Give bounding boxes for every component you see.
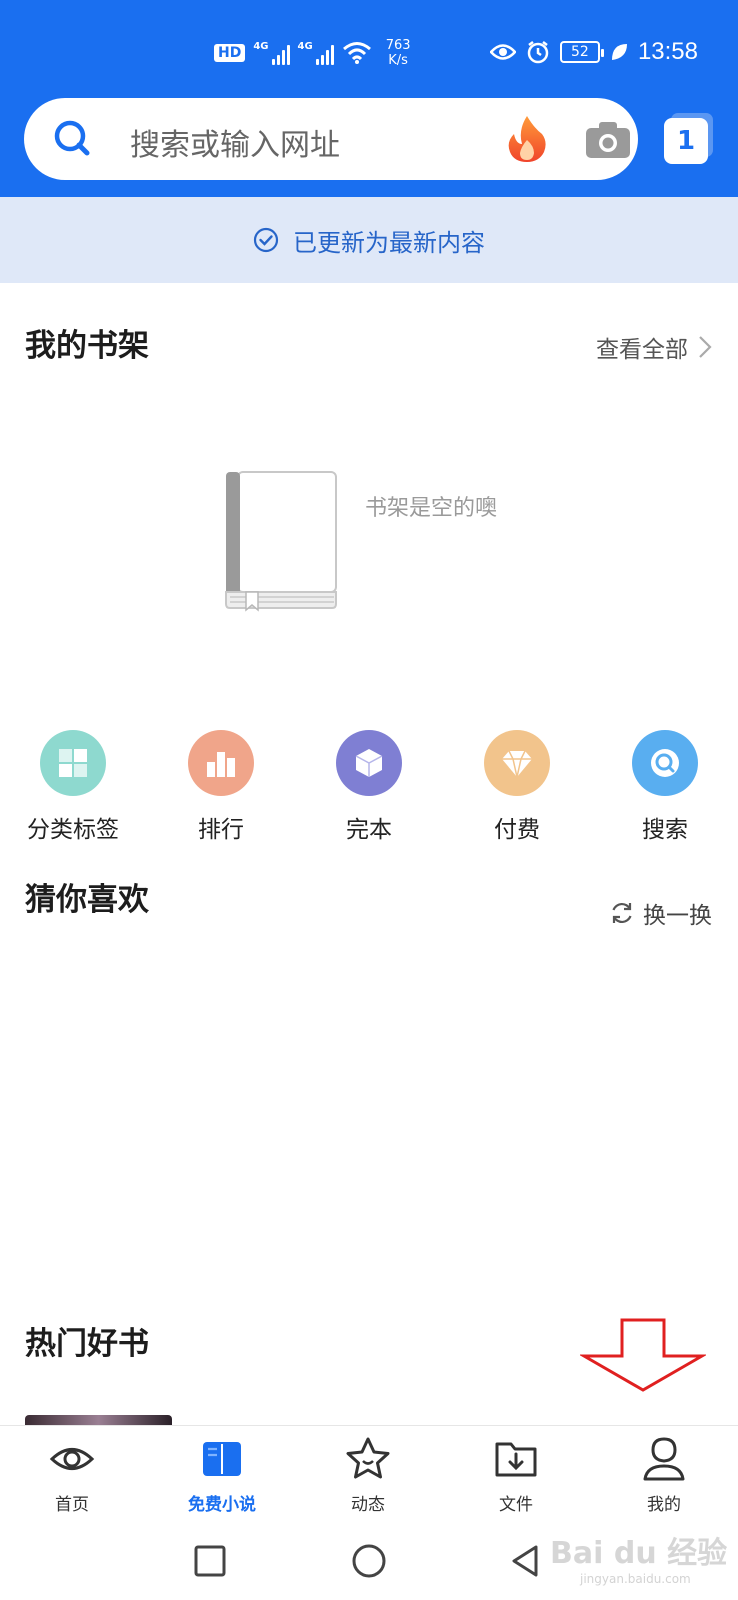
paid-button[interactable]: 付费	[452, 730, 582, 844]
app-header: HD 4G 4G 763 K/s 52 13:58 搜索或输入网址 1	[0, 0, 738, 197]
nav-feed[interactable]: 动态	[318, 1436, 418, 1515]
down-arrow-annotation-icon	[580, 1318, 706, 1392]
eye-icon	[49, 1448, 95, 1470]
nav-me[interactable]: 我的	[614, 1436, 714, 1515]
status-bar: HD 4G 4G 763 K/s 52 13:58	[0, 0, 738, 90]
completed-label: 完本	[346, 817, 392, 843]
completed-button[interactable]: 完本	[304, 730, 434, 844]
refresh-icon	[612, 902, 632, 924]
book-icon	[203, 1442, 241, 1476]
nav-files[interactable]: 文件	[466, 1436, 566, 1515]
ranking-icon	[188, 730, 254, 796]
watermark: Bai du 经验	[550, 1536, 728, 1571]
leaf-icon	[611, 44, 627, 60]
back-triangle-icon[interactable]	[508, 1543, 544, 1579]
search-icon	[54, 120, 90, 156]
status-right: 52 13:58	[489, 38, 698, 66]
hd-voice-badge: HD	[214, 44, 246, 62]
empty-book-icon	[225, 471, 337, 612]
search-category-button[interactable]: 搜索	[600, 730, 730, 844]
star-icon	[346, 1437, 390, 1479]
category-tag-icon	[40, 730, 106, 796]
status-left: HD 4G 4G 763 K/s	[214, 38, 411, 68]
nav-home[interactable]: 首页	[22, 1436, 122, 1515]
chevron-right-icon	[699, 336, 712, 358]
alarm-icon	[527, 41, 549, 64]
hot-books-title: 热门好书	[25, 1326, 149, 1362]
search-icon	[632, 730, 698, 796]
speed-unit: K/s	[388, 53, 408, 68]
refresh-label: 换一换	[643, 903, 712, 929]
network-type-1: 4G	[253, 41, 269, 52]
recents-square-icon[interactable]	[192, 1543, 228, 1579]
guess-you-like-title: 猜你喜欢	[25, 882, 149, 918]
bottom-nav: 首页 免费小说 动态 文件 我的	[0, 1425, 738, 1525]
nav-files-label: 文件	[499, 1495, 533, 1515]
network-speed: 763 K/s	[386, 38, 411, 68]
update-banner: 已更新为最新内容	[0, 197, 738, 283]
tab-count-button[interactable]: 1	[664, 118, 708, 164]
nav-me-label: 我的	[647, 1495, 681, 1515]
search-category-label: 搜索	[642, 817, 688, 843]
network-type-2: 4G	[297, 41, 313, 52]
wifi-icon	[342, 42, 371, 64]
update-banner-text: 已更新为最新内容	[293, 228, 485, 257]
clock: 13:58	[637, 38, 698, 65]
nav-home-label: 首页	[55, 1495, 89, 1515]
download-folder-icon	[495, 1442, 537, 1477]
ranking-label: 排行	[198, 817, 244, 843]
eye-comfort-icon	[489, 44, 516, 60]
signal-icon-2: 4G	[298, 41, 334, 65]
diamond-icon	[484, 730, 550, 796]
speed-value: 763	[385, 38, 411, 53]
category-tags-button[interactable]: 分类标签	[8, 730, 138, 844]
nav-free-novels[interactable]: 免费小说	[172, 1436, 272, 1515]
watermark-url: jingyan.baidu.com	[580, 1572, 691, 1586]
signal-icon: 4G	[253, 41, 290, 65]
paid-label: 付费	[494, 817, 540, 843]
check-circle-icon	[253, 227, 279, 253]
bookshelf-title: 我的书架	[25, 328, 149, 364]
refresh-button[interactable]: 换一换	[609, 896, 712, 930]
battery-indicator: 52	[559, 41, 604, 63]
empty-shelf-text: 书架是空的噢	[365, 496, 498, 521]
search-bar[interactable]: 搜索或输入网址	[24, 98, 638, 180]
camera-icon[interactable]	[584, 120, 632, 160]
nav-free-novels-label: 免费小说	[188, 1495, 256, 1515]
complete-cube-icon	[336, 730, 402, 796]
category-tags-label: 分类标签	[27, 817, 119, 843]
home-circle-icon[interactable]	[351, 1543, 387, 1579]
see-all-link[interactable]: 查看全部	[596, 330, 712, 364]
see-all-label: 查看全部	[596, 337, 688, 363]
hot-search-fire-icon[interactable]	[504, 114, 550, 164]
ranking-button[interactable]: 排行	[156, 730, 286, 844]
search-placeholder[interactable]: 搜索或输入网址	[130, 120, 340, 164]
profile-icon	[643, 1437, 685, 1481]
nav-feed-label: 动态	[351, 1495, 385, 1515]
